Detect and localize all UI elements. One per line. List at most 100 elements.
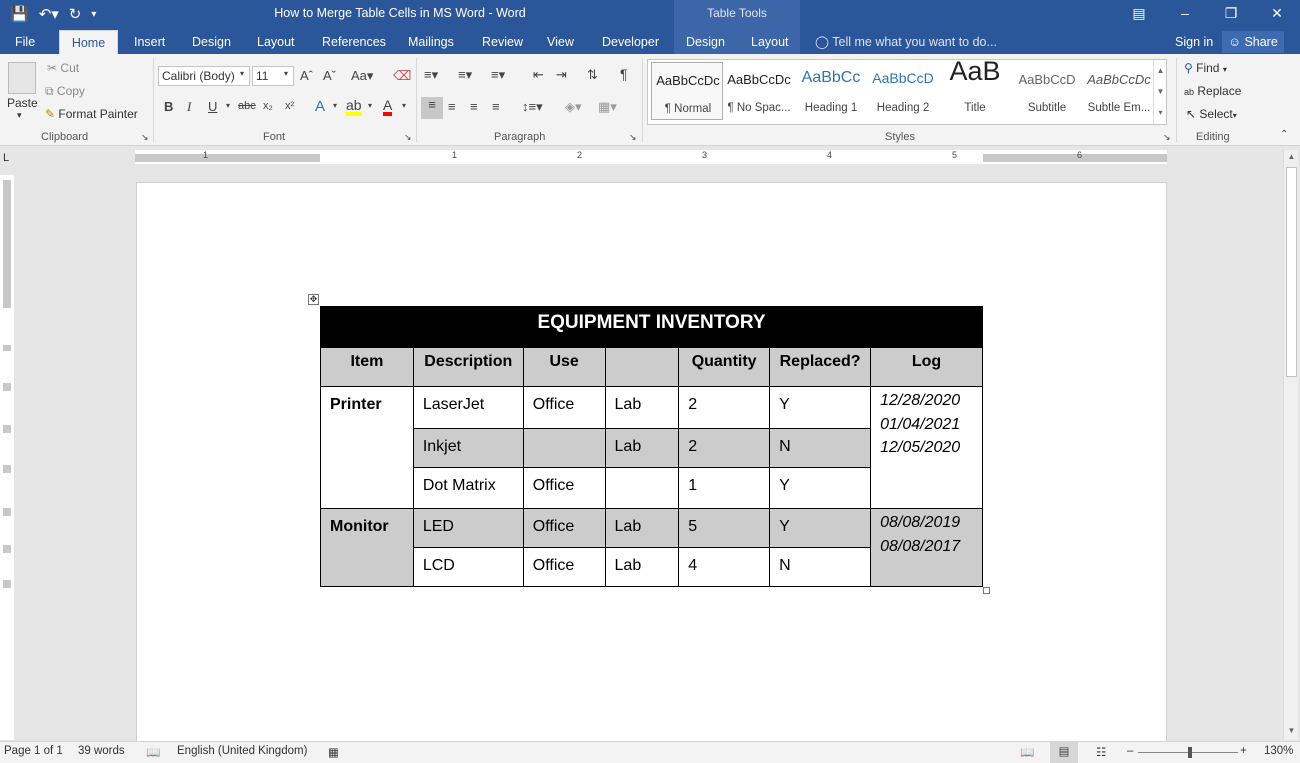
equipment-inventory-table[interactable]: EQUIPMENT INVENTORY Item Description Use… xyxy=(320,306,983,587)
table-cell[interactable]: Y xyxy=(769,386,872,429)
read-mode-icon[interactable]: 📖 xyxy=(1020,745,1034,759)
header-log[interactable]: Log xyxy=(870,347,983,387)
table-cell[interactable]: LED xyxy=(412,508,524,548)
proofing-icon[interactable]: 📖 xyxy=(146,745,160,759)
superscript-icon[interactable]: x² xyxy=(285,100,294,112)
print-layout-icon[interactable]: ▤ xyxy=(1050,742,1078,763)
table-cell[interactable]: LaserJet xyxy=(412,386,524,429)
tab-design[interactable]: Design xyxy=(186,30,237,54)
tab-layout[interactable]: Layout xyxy=(251,30,301,54)
table-cell[interactable]: Y xyxy=(769,467,872,509)
show-formatting-marks-icon[interactable]: ¶ xyxy=(620,66,628,82)
vertical-ruler[interactable] xyxy=(0,175,14,740)
table-cell[interactable] xyxy=(522,428,606,468)
highlight-icon[interactable]: ab xyxy=(346,98,362,116)
underline-icon[interactable]: U xyxy=(208,99,217,114)
table-cell[interactable]: Lab xyxy=(604,386,680,429)
cell-item-monitor[interactable]: Monitor xyxy=(320,508,414,587)
table-cell[interactable]: Dot Matrix xyxy=(412,467,524,509)
bold-icon[interactable]: B xyxy=(164,99,173,114)
word-count[interactable]: 39 words xyxy=(78,745,125,757)
strikethrough-icon[interactable]: abc xyxy=(238,100,256,112)
highlight-dropdown-icon[interactable]: ▾ xyxy=(368,101,372,110)
align-center-icon[interactable]: ≡ xyxy=(448,99,456,114)
tab-developer[interactable]: Developer xyxy=(596,30,665,54)
find-button[interactable]: ⚲ Find ▾ xyxy=(1184,61,1227,75)
tab-table-layout[interactable]: Layout xyxy=(745,30,795,54)
font-color-dropdown-icon[interactable]: ▾ xyxy=(402,101,406,110)
tab-file[interactable]: File xyxy=(9,30,41,54)
table-move-handle-icon[interactable]: ✥ xyxy=(308,294,319,305)
subscript-icon[interactable]: x₂ xyxy=(263,100,273,112)
tab-mailings[interactable]: Mailings xyxy=(402,30,460,54)
tab-insert[interactable]: Insert xyxy=(128,30,171,54)
ribbon-display-options-icon[interactable]: ▤ xyxy=(1116,0,1162,30)
table-cell[interactable]: 1 xyxy=(678,467,771,509)
cell-log-printer[interactable]: 12/28/2020 01/04/2021 12/05/2020 xyxy=(870,386,983,509)
close-icon[interactable]: ✕ xyxy=(1254,0,1300,30)
header-quantity[interactable]: Quantity xyxy=(678,347,771,387)
copy-button[interactable]: ⧉ Copy xyxy=(45,84,85,99)
text-effects-icon[interactable]: A xyxy=(315,98,325,115)
cut-button[interactable]: ✂ Cut xyxy=(47,61,79,75)
font-size-dropdown-icon[interactable]: ▾ xyxy=(284,69,288,78)
italic-icon[interactable]: I xyxy=(187,99,191,115)
clipboard-launcher-icon[interactable]: ↘ xyxy=(141,132,149,143)
table-cell[interactable]: Lab xyxy=(604,508,680,548)
table-title-cell[interactable]: EQUIPMENT INVENTORY xyxy=(320,306,983,348)
table-cell[interactable]: Lab xyxy=(604,428,680,468)
clear-formatting-icon[interactable]: ⌫ xyxy=(393,68,411,84)
vertical-scrollbar[interactable]: ▲ ▼ xyxy=(1283,150,1298,740)
table-cell[interactable]: Y xyxy=(769,508,872,548)
table-cell[interactable]: N xyxy=(769,547,872,587)
style-subtitle[interactable]: AaBbCcD Subtitle xyxy=(1011,62,1083,120)
scroll-thumb[interactable] xyxy=(1286,167,1297,377)
zoom-level[interactable]: 130% xyxy=(1264,745,1293,757)
table-cell[interactable]: 4 xyxy=(678,547,771,587)
table-cell[interactable]: LCD xyxy=(412,547,524,587)
decrease-indent-icon[interactable]: ⇤ xyxy=(533,67,544,83)
share-button[interactable]: ☺ Share xyxy=(1222,31,1284,53)
numbering-icon[interactable]: ≡▾ xyxy=(458,67,472,83)
tab-table-design[interactable]: Design xyxy=(680,30,731,54)
font-name-dropdown-icon[interactable]: ▾ xyxy=(240,69,244,78)
table-cell[interactable]: Office xyxy=(522,547,606,587)
style-subtle-emphasis[interactable]: AaBbCcDc Subtle Em... xyxy=(1083,62,1155,120)
font-launcher-icon[interactable]: ↘ xyxy=(404,132,412,143)
style-heading-1[interactable]: AaBbCc Heading 1 xyxy=(795,62,867,120)
bullets-icon[interactable]: ≡▾ xyxy=(424,67,438,83)
header-replaced[interactable]: Replaced? xyxy=(769,347,872,387)
scroll-up-icon[interactable]: ▲ xyxy=(1284,152,1299,161)
grow-font-icon[interactable]: Aˆ xyxy=(300,68,313,83)
header-blank[interactable] xyxy=(604,347,680,387)
paragraph-launcher-icon[interactable]: ↘ xyxy=(629,132,637,143)
zoom-in-icon[interactable]: + xyxy=(1240,745,1247,757)
align-left-icon[interactable]: ≡ xyxy=(421,97,443,119)
replace-button[interactable]: ab Replace xyxy=(1184,84,1241,98)
font-name-box[interactable]: Calibri (Body) xyxy=(158,66,250,86)
change-case-icon[interactable]: Aa▾ xyxy=(351,68,373,84)
cell-item-printer[interactable]: Printer xyxy=(320,386,414,509)
line-spacing-icon[interactable]: ↕≡▾ xyxy=(522,99,543,115)
multilevel-list-icon[interactable]: ≡▾ xyxy=(491,67,505,83)
sign-in-link[interactable]: Sign in xyxy=(1175,30,1213,54)
tab-home[interactable]: Home xyxy=(59,30,118,54)
language-indicator[interactable]: English (United Kingdom) xyxy=(177,745,307,757)
macro-record-icon[interactable]: ▦ xyxy=(328,745,339,759)
zoom-out-icon[interactable]: – xyxy=(1127,745,1133,757)
table-cell[interactable]: Lab xyxy=(604,547,680,587)
align-right-icon[interactable]: ≡ xyxy=(470,99,478,114)
tell-me-box[interactable]: ◯ Tell me what you want to do... xyxy=(815,30,997,54)
clipboard-icon[interactable] xyxy=(8,62,36,94)
header-item[interactable]: Item xyxy=(320,347,414,387)
table-cell[interactable]: Inkjet xyxy=(412,428,524,468)
minimize-icon[interactable]: – xyxy=(1162,0,1208,30)
borders-icon[interactable]: ▦▾ xyxy=(598,99,617,115)
cell-log-monitor[interactable]: 08/08/2019 08/08/2017 xyxy=(870,508,983,587)
table-cell[interactable] xyxy=(604,467,680,509)
style-no-spacing[interactable]: AaBbCcDc ¶ No Spac... xyxy=(723,62,795,120)
style-heading-2[interactable]: AaBbCcD Heading 2 xyxy=(867,62,939,120)
maximize-icon[interactable]: ❐ xyxy=(1208,0,1254,30)
shrink-font-icon[interactable]: Aˇ xyxy=(323,68,336,83)
table-cell[interactable]: Office xyxy=(522,508,606,548)
